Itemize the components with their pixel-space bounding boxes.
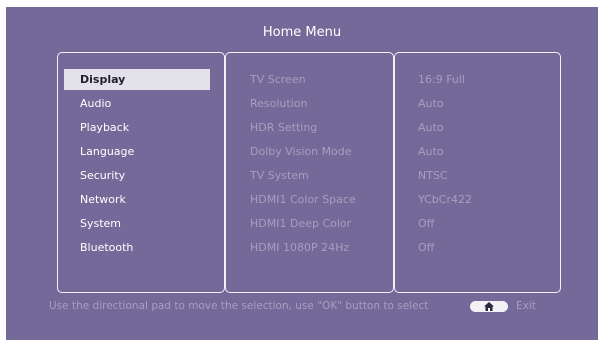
menu-column: Display Audio Playback Language Security… (57, 52, 225, 293)
setting-label[interactable]: Resolution (250, 93, 307, 114)
setting-value[interactable]: Auto (418, 141, 444, 162)
setting-label[interactable]: TV System (250, 165, 309, 186)
setting-value[interactable]: Off (418, 213, 434, 234)
settings-column: TV Screen Resolution HDR Setting Dolby V… (225, 52, 394, 293)
menu-item-audio[interactable]: Audio (64, 93, 210, 114)
values-column: 16:9 Full Auto Auto Auto NTSC YCbCr422 O… (394, 52, 561, 293)
menu-item-language[interactable]: Language (64, 141, 210, 162)
setting-value[interactable]: NTSC (418, 165, 448, 186)
menu-item-security[interactable]: Security (64, 165, 210, 186)
setting-label[interactable]: HDR Setting (250, 117, 317, 138)
home-icon (484, 302, 494, 311)
setting-label[interactable]: HDMI1 Color Space (250, 189, 356, 210)
setting-label[interactable]: TV Screen (250, 69, 306, 90)
menu-item-playback[interactable]: Playback (64, 117, 210, 138)
exit-label: Exit (516, 300, 536, 312)
menu-item-bluetooth[interactable]: Bluetooth (64, 237, 210, 258)
setting-value[interactable]: YCbCr422 (418, 189, 472, 210)
setting-value[interactable]: Off (418, 237, 434, 258)
setting-label[interactable]: HDMI1 Deep Color (250, 213, 351, 234)
setting-value[interactable]: Auto (418, 117, 444, 138)
home-button[interactable] (470, 301, 508, 312)
menu-item-network[interactable]: Network (64, 189, 210, 210)
menu-item-system[interactable]: System (64, 213, 210, 234)
setting-value[interactable]: Auto (418, 93, 444, 114)
setting-label[interactable]: Dolby Vision Mode (250, 141, 352, 162)
menu-item-display[interactable]: Display (64, 69, 210, 90)
setting-label[interactable]: HDMI 1080P 24Hz (250, 237, 349, 258)
setting-value[interactable]: 16:9 Full (418, 69, 465, 90)
navigation-hint: Use the directional pad to move the sele… (49, 300, 429, 312)
settings-panel: Display Audio Playback Language Security… (57, 52, 561, 293)
page-title: Home Menu (262, 25, 342, 40)
